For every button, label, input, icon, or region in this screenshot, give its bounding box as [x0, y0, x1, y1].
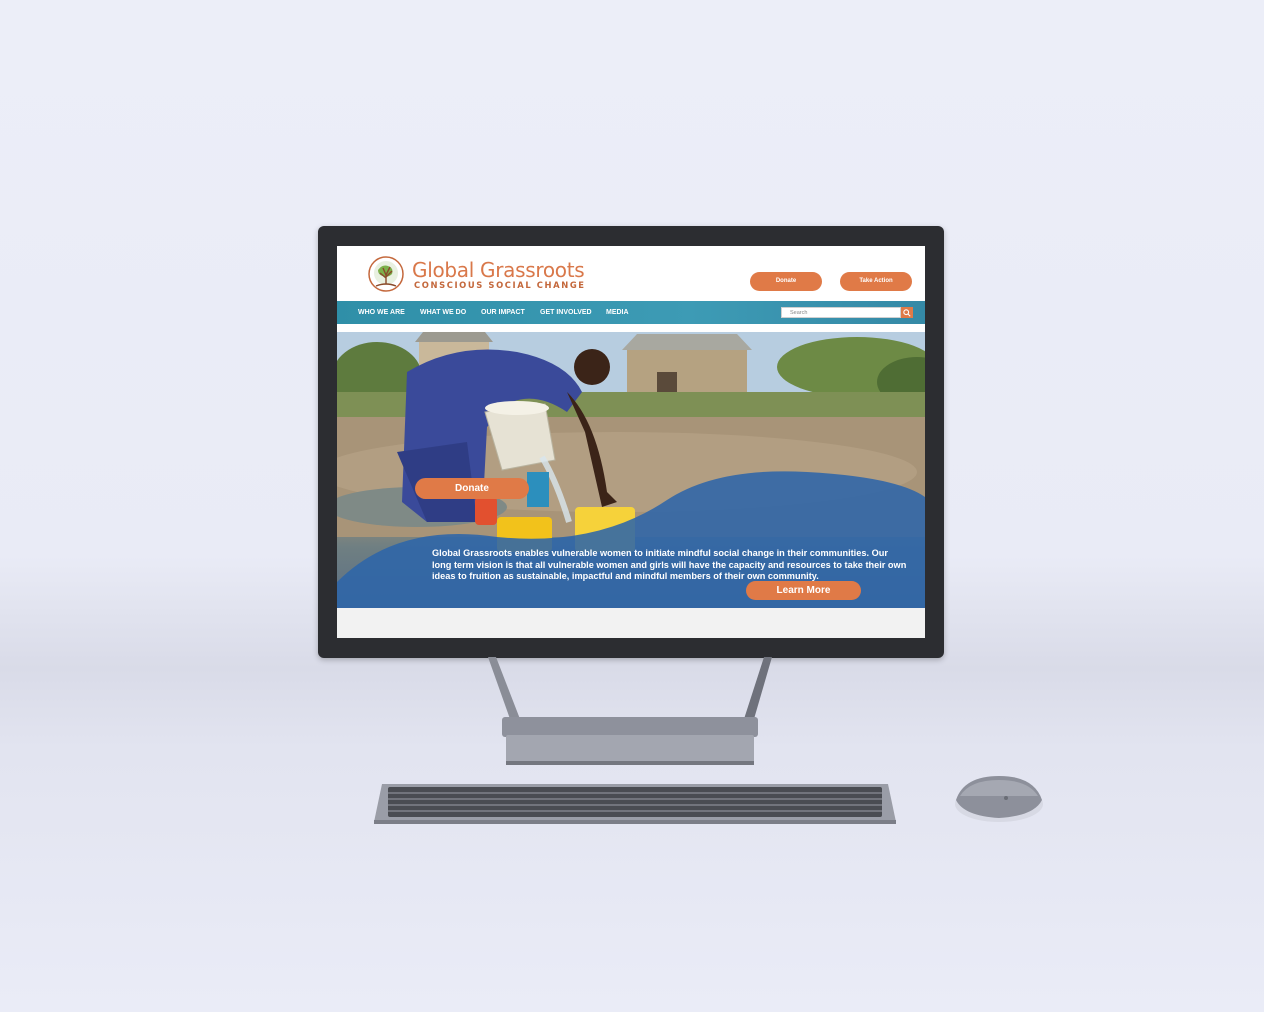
- monitor-stand: [488, 657, 772, 765]
- mouse: [955, 776, 1043, 822]
- nav-item-our-impact[interactable]: OUR IMPACT: [481, 301, 525, 324]
- search-button[interactable]: [901, 307, 913, 318]
- nav-item-what-we-do[interactable]: WHAT WE DO: [420, 301, 466, 324]
- search-input[interactable]: Search: [781, 307, 901, 318]
- learn-more-button[interactable]: Learn More: [746, 581, 861, 600]
- nav-item-get-involved[interactable]: GET INVOLVED: [540, 301, 592, 324]
- main-nav: WHO WE ARE WHAT WE DO OUR IMPACT GET INV…: [337, 301, 925, 324]
- nav-item-who-we-are[interactable]: WHO WE ARE: [358, 301, 405, 324]
- search-icon: [903, 308, 911, 317]
- hero-description: Global Grassroots enables vulnerable wom…: [432, 548, 907, 582]
- website-screen: Global Grassroots CONSCIOUS SOCIAL CHANG…: [337, 246, 925, 638]
- site-header: Global Grassroots CONSCIOUS SOCIAL CHANG…: [337, 246, 925, 301]
- hero-donate-button[interactable]: Donate: [415, 478, 529, 499]
- take-action-button[interactable]: Take Action: [840, 272, 912, 291]
- donate-button[interactable]: Donate: [750, 272, 822, 291]
- monitor-frame: Global Grassroots CONSCIOUS SOCIAL CHANG…: [318, 226, 944, 658]
- page-footer-strip: [337, 608, 925, 638]
- hero-section: Donate Global Grassroots enables vulnera…: [337, 332, 925, 608]
- keyboard: [374, 784, 896, 824]
- nav-item-media[interactable]: MEDIA: [606, 301, 629, 324]
- tree-globe-logo-icon[interactable]: [368, 256, 404, 292]
- brand-tagline: CONSCIOUS SOCIAL CHANGE: [414, 280, 586, 290]
- brand-title[interactable]: Global Grassroots: [412, 258, 585, 282]
